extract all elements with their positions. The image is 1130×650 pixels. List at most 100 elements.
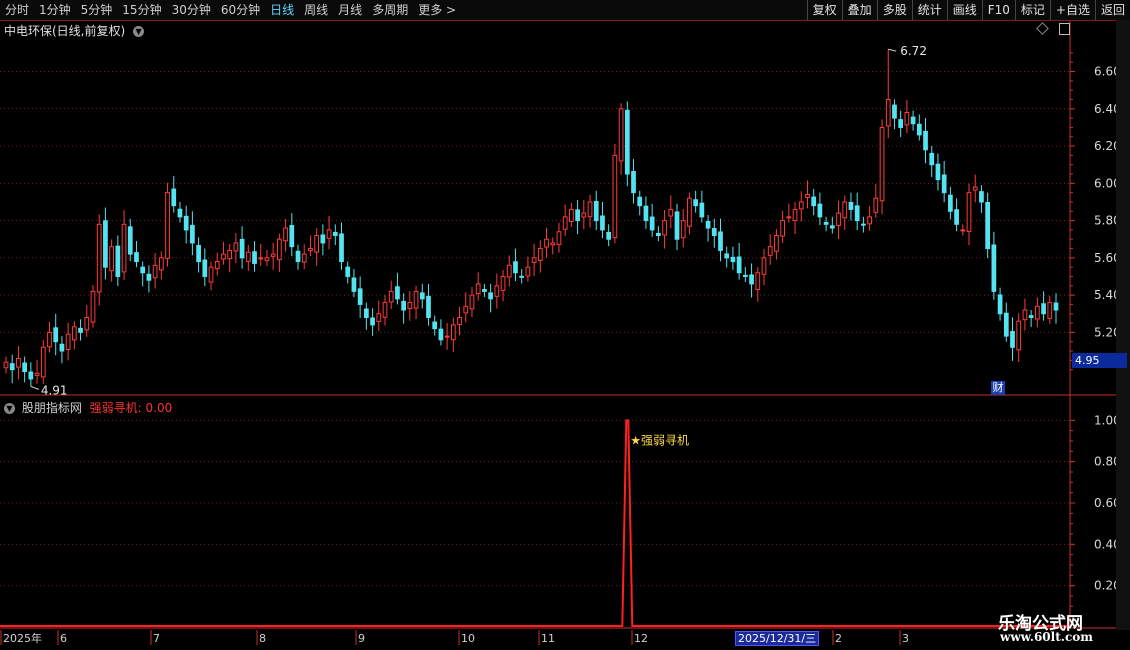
chevron-down-icon[interactable]: ▼ xyxy=(133,26,145,37)
candle-body xyxy=(233,242,239,252)
candle-body xyxy=(152,264,158,279)
candle-body xyxy=(724,253,730,259)
candle-body xyxy=(550,242,556,246)
candle-body xyxy=(78,327,83,333)
candle-body xyxy=(693,199,699,207)
candle-body xyxy=(339,233,344,263)
candle-body xyxy=(730,256,736,263)
candle-body xyxy=(165,192,170,259)
candle-body xyxy=(780,220,785,237)
candle-body xyxy=(805,194,810,198)
panel-toggle-icon[interactable] xyxy=(1059,23,1070,35)
candle-body xyxy=(916,123,922,136)
candle-body xyxy=(482,289,487,292)
candle-body xyxy=(811,196,817,207)
candle-body xyxy=(395,286,400,300)
candle-body xyxy=(786,216,792,219)
high-marker-label: 6.72 xyxy=(900,44,927,58)
candle-body xyxy=(208,266,214,283)
candle-body xyxy=(531,257,537,264)
candle-body xyxy=(314,234,320,253)
candle-body xyxy=(823,221,829,225)
indicator-name: 股朋指标网 xyxy=(21,401,82,415)
candle-body xyxy=(96,223,102,293)
candle-body xyxy=(469,294,475,310)
candle-body xyxy=(109,246,114,272)
candle-body xyxy=(295,250,301,263)
candle-body xyxy=(40,346,46,378)
candle-body xyxy=(239,238,245,259)
candle-body xyxy=(525,266,531,277)
candle-body xyxy=(513,261,518,274)
candle-body xyxy=(972,186,978,191)
candle-body xyxy=(1028,315,1034,318)
watermark-url: www.60lt.com xyxy=(1000,630,1093,644)
candle-body xyxy=(277,238,282,261)
current-price-box: 4.95 xyxy=(1072,353,1127,368)
candle-body xyxy=(624,109,630,175)
candle-body xyxy=(581,212,587,218)
candle-body xyxy=(923,130,928,151)
candle-body xyxy=(351,277,357,292)
candle-body xyxy=(606,231,612,240)
candle-body xyxy=(985,201,991,250)
candle-body xyxy=(127,226,133,255)
candle-body xyxy=(71,326,77,341)
candle-body xyxy=(755,272,761,291)
candle-body xyxy=(146,273,152,281)
candle-body xyxy=(612,154,618,239)
candle-body xyxy=(798,201,804,210)
candle-body xyxy=(34,372,40,376)
indicator-formula-value: 强弱寻机: 0.00 xyxy=(89,401,173,415)
candle-body xyxy=(450,324,456,341)
candle-body xyxy=(438,328,444,341)
candle-body xyxy=(656,232,661,236)
candle-body xyxy=(569,208,574,222)
candle-body xyxy=(1047,302,1053,319)
cursor-date-box: 2025/12/31/三 xyxy=(735,631,820,646)
candle-body xyxy=(457,316,462,325)
candle-body xyxy=(1034,305,1040,320)
candle-body xyxy=(867,216,872,225)
low-marker-arrow xyxy=(30,385,40,390)
financial-badge[interactable]: 财 xyxy=(991,381,1005,395)
candle-body xyxy=(320,234,326,244)
candle-body xyxy=(898,119,904,128)
candle-body xyxy=(631,170,636,194)
candle-body xyxy=(792,208,798,221)
candle-body xyxy=(227,249,233,260)
stock-title[interactable]: 中电环保(日线,前复权) ▼ xyxy=(4,22,145,39)
chevron-down-icon[interactable]: ▼ xyxy=(4,403,15,414)
candle-body xyxy=(854,205,860,222)
signal-line xyxy=(0,419,1070,627)
candle-body xyxy=(426,295,431,318)
candle-body xyxy=(47,331,52,348)
candle-body xyxy=(662,220,667,236)
candle-body xyxy=(3,361,9,369)
candle-body xyxy=(59,343,65,352)
candle-body xyxy=(718,231,723,251)
candle-body xyxy=(668,208,674,217)
candle-body xyxy=(836,212,841,227)
kline-chart[interactable]: 5.205.405.605.806.006.206.406.600.200.40… xyxy=(0,0,1130,650)
candle-body xyxy=(134,252,139,263)
candle-body xyxy=(196,244,201,263)
candle-body xyxy=(587,201,593,218)
date-axis: 2025/12/31/三 xyxy=(0,630,1000,646)
candle-body xyxy=(761,257,767,275)
candle-body xyxy=(177,208,183,218)
candle-body xyxy=(407,302,413,309)
candle-body xyxy=(463,305,469,314)
candle-body xyxy=(103,220,108,268)
candle-body xyxy=(345,266,351,277)
candle-body xyxy=(1022,309,1028,321)
candle-body xyxy=(1041,303,1046,315)
signal-label: ★强弱寻机 xyxy=(630,433,689,447)
indicator-title[interactable]: ▼ 股朋指标网 强弱寻机: 0.00 xyxy=(4,399,172,416)
candle-body xyxy=(817,203,823,218)
candle-body xyxy=(829,225,835,229)
candle-body xyxy=(258,257,264,260)
candle-body xyxy=(121,223,127,273)
candle-body xyxy=(885,98,891,127)
candle-body xyxy=(879,126,885,202)
